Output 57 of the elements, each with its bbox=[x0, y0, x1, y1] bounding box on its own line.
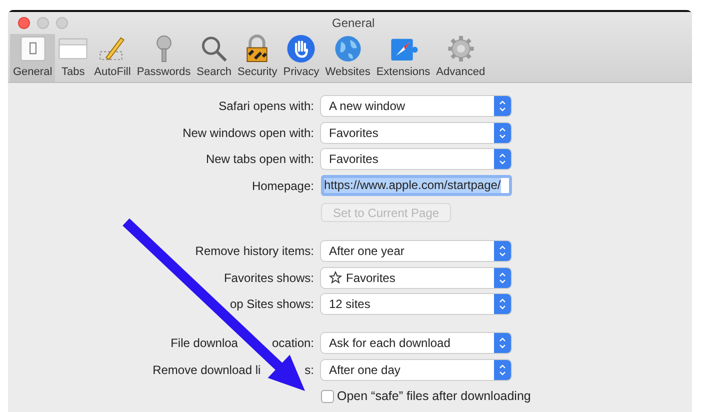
globe-icon bbox=[332, 34, 363, 64]
close-button[interactable] bbox=[18, 17, 30, 29]
minimize-button[interactable] bbox=[37, 17, 49, 29]
popup-menu[interactable]: After one year bbox=[321, 241, 511, 261]
setting-label: Safari opens with: bbox=[218, 98, 314, 115]
window-title: General bbox=[332, 15, 375, 32]
toolbar-tab[interactable]: Advanced bbox=[433, 34, 488, 82]
stepper-icon bbox=[494, 122, 511, 142]
popup-menu[interactable]: After one day bbox=[321, 360, 511, 380]
toolbar-tab[interactable]: Tabs bbox=[55, 34, 92, 82]
stepper-icon bbox=[494, 333, 511, 353]
toolbar-tab[interactable]: Extensions bbox=[373, 34, 434, 82]
setting-label: s: bbox=[304, 362, 314, 378]
popup-value: Ask for each download bbox=[329, 335, 450, 352]
popup-value: 12 sites bbox=[329, 296, 370, 313]
stepper-icon bbox=[494, 96, 511, 116]
popup-value: After one day bbox=[329, 362, 400, 378]
toolbar-tab[interactable]: Passwords bbox=[134, 34, 194, 82]
setting-label: Remove history items: bbox=[195, 243, 314, 260]
setting-label: Homepage: bbox=[252, 178, 314, 194]
popup-menu[interactable]: Favorites bbox=[321, 268, 511, 288]
setting-label: Remove download li bbox=[152, 362, 261, 378]
setting-label: op Sites shows: bbox=[230, 296, 314, 313]
toolbar-tab[interactable]: Websites bbox=[322, 34, 374, 82]
popup-menu[interactable]: Ask for each download bbox=[321, 333, 511, 353]
setting-label: New tabs open with: bbox=[206, 151, 314, 168]
popup-value: After one year bbox=[329, 243, 404, 260]
checkbox[interactable] bbox=[321, 390, 334, 402]
setting-label: File downloa bbox=[170, 335, 238, 352]
switch-icon bbox=[18, 34, 48, 64]
toolbar-tab[interactable]: Security bbox=[234, 34, 280, 82]
popup-menu[interactable]: Favorites bbox=[321, 149, 511, 169]
popup-value: Favorites bbox=[329, 124, 378, 142]
toolbar-tab[interactable]: Privacy bbox=[280, 34, 322, 82]
popup-menu[interactable]: Favorites bbox=[321, 122, 511, 142]
search-icon bbox=[199, 34, 230, 64]
setting-label: Favorites shows: bbox=[224, 270, 314, 286]
stepper-icon bbox=[494, 268, 511, 288]
checkbox-label: Open “safe” files after downloading bbox=[337, 388, 531, 405]
setting-label: ocation: bbox=[272, 335, 314, 352]
homepage-field[interactable]: https://www.apple.com/startpage/ bbox=[321, 175, 512, 196]
popup-value: Favorites bbox=[346, 270, 396, 286]
stepper-icon bbox=[494, 241, 511, 261]
stepper-icon bbox=[494, 294, 511, 314]
gear-icon bbox=[446, 34, 476, 64]
popup-menu[interactable]: A new window bbox=[321, 96, 511, 116]
popup-menu[interactable]: 12 sites bbox=[321, 294, 511, 314]
popup-value: A new window bbox=[329, 98, 406, 115]
setting-label: New windows open with: bbox=[182, 124, 314, 142]
stepper-icon bbox=[494, 149, 511, 169]
zoom-button[interactable] bbox=[56, 17, 68, 29]
toolbar-tab[interactable]: Search bbox=[194, 34, 234, 82]
stepper-icon bbox=[494, 360, 511, 380]
toolbar-tab[interactable]: AutoFill bbox=[91, 34, 134, 82]
toolbar-tab[interactable]: General bbox=[10, 34, 56, 82]
popup-value: Favorites bbox=[329, 151, 378, 168]
hand-icon bbox=[286, 34, 316, 64]
